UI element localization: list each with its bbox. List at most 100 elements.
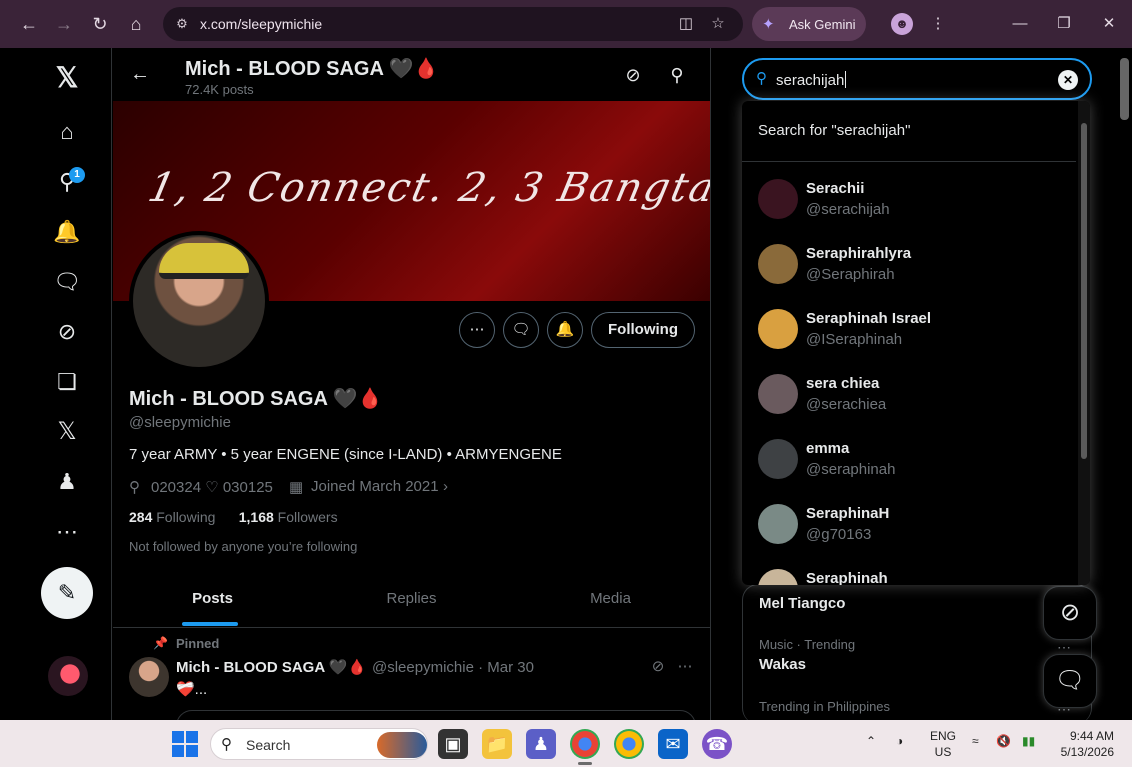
wifi-icon[interactable]: ≈	[972, 734, 979, 748]
search-result-handle: @ISeraphinah	[806, 331, 903, 348]
input-language[interactable]: ENG US	[926, 728, 960, 760]
ask-gemini-label: Ask Gemini	[789, 17, 856, 32]
post-author-avatar[interactable]	[129, 657, 169, 697]
maximize-icon[interactable]: ❐	[1052, 12, 1076, 36]
more-options-button[interactable]: ⋯	[459, 312, 495, 348]
vpn-shield-icon[interactable]: ◑	[896, 734, 903, 748]
tab-replies[interactable]: Replies	[312, 570, 511, 628]
quoted-post-card[interactable]	[176, 710, 696, 720]
post-grok-icon[interactable]: ⊘	[647, 656, 669, 678]
search-result-item[interactable]: emma @seraphinah	[742, 427, 1076, 492]
premium-x-icon[interactable]: 𝕏	[44, 409, 90, 455]
post-handle-date[interactable]: @sleepymichie · Mar 30	[372, 659, 534, 676]
outlook-icon[interactable]: ✉	[658, 729, 688, 759]
home-nav-icon[interactable]: ⌂	[44, 109, 90, 155]
menu-kebab-icon[interactable]: ⋮	[926, 12, 950, 36]
task-view-icon[interactable]: ▣	[438, 729, 468, 759]
ask-gemini-button[interactable]: ✦ Ask Gemini	[752, 7, 866, 41]
search-input-value: serachijah	[776, 72, 845, 89]
followers-link[interactable]: 1,168 Followers	[239, 509, 338, 525]
taskbar-search[interactable]: ⚲ Search	[210, 728, 428, 760]
notify-bell-button[interactable]: 🔔	[547, 312, 583, 348]
profile-location: 020324 ♡ 030125	[151, 479, 273, 496]
grok-fab-icon[interactable]: ⊘	[1043, 586, 1097, 640]
windows-start-icon[interactable]	[172, 731, 198, 757]
minimize-icon[interactable]: —	[1008, 12, 1032, 36]
show-hidden-icons-icon[interactable]: ⌃	[866, 734, 876, 748]
grok-header-icon[interactable]: ⊘	[621, 63, 645, 87]
clear-search-icon[interactable]: ✕	[1058, 70, 1078, 90]
following-label: Following	[156, 509, 216, 525]
post-more-icon[interactable]: ⋯	[674, 656, 696, 678]
search-result-item[interactable]: Seraphinah Israel @ISeraphinah	[742, 297, 1076, 362]
page-scrollbar[interactable]	[1120, 58, 1129, 120]
file-explorer-icon[interactable]: 📁	[482, 729, 512, 759]
battery-icon[interactable]: ▮▮	[1022, 734, 1035, 748]
search-result-avatar	[758, 504, 798, 544]
install-app-icon[interactable]: ◫	[677, 15, 695, 33]
account-avatar[interactable]	[48, 656, 88, 696]
url-text: x.com/sleepymichie	[200, 16, 323, 32]
trend-item[interactable]: Mel Tiangco	[759, 595, 845, 612]
chrome-icon[interactable]	[570, 729, 600, 759]
profile-column: ← Mich - BLOOD SAGA 🖤🩸 72.4K posts ⊘ ⚲ 1…	[113, 48, 711, 720]
language-code: ENG	[929, 729, 956, 743]
search-result-item[interactable]: Seraphirahlyra @Seraphirah	[742, 232, 1076, 297]
compose-post-button[interactable]: ✎	[41, 567, 93, 619]
search-result-avatar	[758, 439, 798, 479]
messages-icon[interactable]: 🗨	[44, 259, 90, 305]
search-profile-icon[interactable]: ⚲	[665, 63, 689, 87]
tab-media[interactable]: Media	[511, 570, 710, 628]
bookmarks-icon[interactable]: ❏	[44, 359, 90, 405]
following-button[interactable]: Following	[591, 312, 695, 348]
profile-tabs: Posts Replies Media	[113, 570, 710, 628]
dropdown-scrollbar-thumb[interactable]	[1081, 123, 1087, 459]
grok-icon[interactable]: ⊘	[44, 309, 90, 355]
system-clock[interactable]: 9:44 AM 5/13/2026	[1056, 728, 1114, 760]
notifications-bell-icon[interactable]: 🔔	[44, 209, 90, 255]
followers-label: Followers	[277, 509, 338, 525]
back-arrow-icon[interactable]: ←	[15, 10, 43, 38]
more-circle-icon[interactable]: ⋯	[44, 509, 90, 555]
tab-posts[interactable]: Posts	[113, 570, 312, 628]
message-button[interactable]: 🗨	[503, 312, 539, 348]
chevron-right-icon[interactable]: ›	[443, 478, 448, 495]
browser-toolbar: ← → ↻ ⌂ ⚙ x.com/sleepymichie ◫ ☆ ✦ Ask G…	[0, 0, 1132, 48]
back-icon[interactable]: ←	[127, 61, 153, 87]
search-result-name: SeraphinaH	[806, 505, 890, 522]
search-result-name: Seraphinah	[806, 570, 888, 585]
profile-joined: Joined March 2021	[311, 478, 439, 495]
profile-person-icon[interactable]: ♟	[44, 459, 90, 505]
address-bar[interactable]: ⚙ x.com/sleepymichie ◫ ☆	[163, 7, 743, 41]
close-window-icon[interactable]: ✕	[1097, 12, 1121, 36]
search-results-dropdown: Search for "serachijah" Serachii @serachi…	[742, 101, 1090, 585]
volume-muted-icon[interactable]: 🔇	[996, 734, 1011, 748]
search-input[interactable]: serachijah	[776, 71, 847, 89]
search-result-item[interactable]: SeraphinaH @g70163	[742, 492, 1076, 557]
home-icon[interactable]: ⌂	[122, 10, 150, 38]
search-result-item[interactable]: sera chiea @serachiea	[742, 362, 1076, 427]
search-result-item[interactable]: Seraphinah	[742, 557, 1076, 585]
profile-avatar-icon[interactable]: ☻	[891, 13, 913, 35]
x-logo-icon[interactable]: 𝕏	[44, 55, 90, 101]
search-result-avatar	[758, 244, 798, 284]
viber-icon[interactable]: ☎	[702, 729, 732, 759]
reload-icon[interactable]: ↻	[86, 10, 114, 38]
profile-picture[interactable]	[129, 231, 269, 371]
forward-arrow-icon[interactable]: →	[50, 10, 78, 38]
search-result-avatar	[758, 179, 798, 219]
teams-icon[interactable]: ♟	[526, 729, 556, 759]
messages-fab-icon[interactable]: 🗨	[1043, 654, 1097, 708]
trend-category: Trending in Philippines	[759, 699, 891, 714]
trend-item[interactable]: Music · Trending Wakas	[759, 637, 855, 673]
search-box[interactable]: ⚲ serachijah ✕	[742, 58, 1092, 100]
site-settings-icon[interactable]: ⚙	[173, 15, 191, 33]
chrome-profile-icon[interactable]	[614, 729, 644, 759]
post-author-name[interactable]: Mich - BLOOD SAGA 🖤🩸	[176, 658, 366, 676]
search-for-query[interactable]: Search for "serachijah"	[758, 122, 910, 139]
following-link[interactable]: 284 Following	[129, 509, 215, 525]
search-result-item[interactable]: Serachii @serachijah	[742, 167, 1076, 232]
explore-search-icon[interactable]: ⚲	[44, 159, 90, 205]
bookmark-star-icon[interactable]: ☆	[709, 15, 727, 33]
trend-item[interactable]: Trending in Philippines	[759, 699, 890, 714]
